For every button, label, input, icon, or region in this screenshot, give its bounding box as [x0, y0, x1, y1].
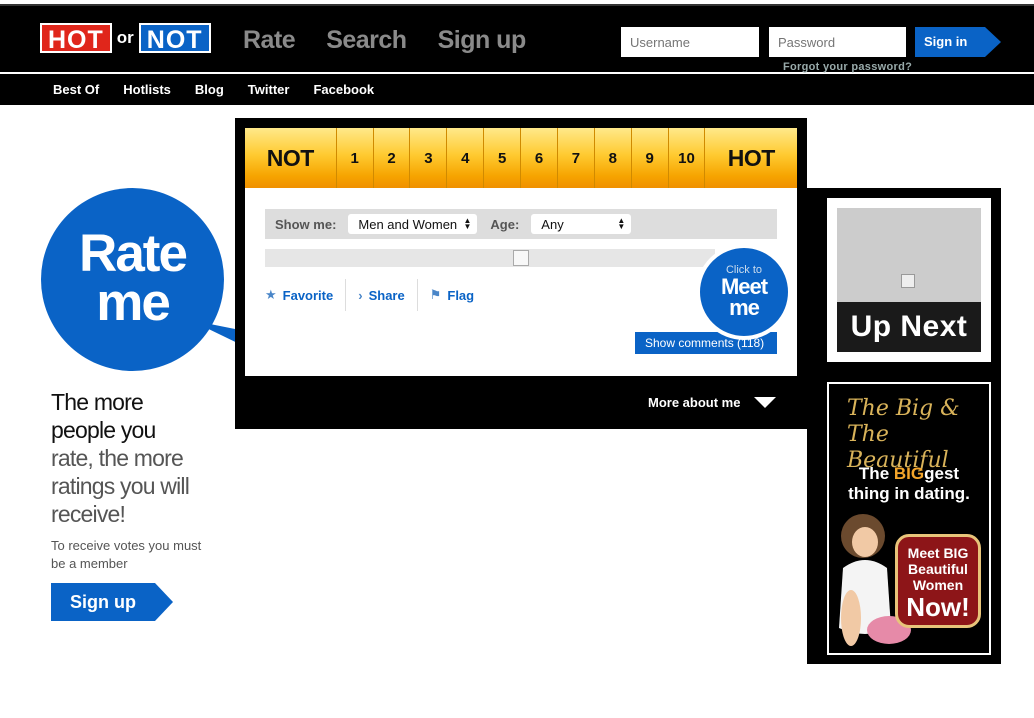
ad-tag-post: gest [924, 464, 960, 483]
rating-scale: NOT 1 2 3 4 5 6 7 8 9 10 HOT [245, 128, 797, 188]
share-label: Share [368, 287, 405, 303]
rating-score-6[interactable]: 6 [521, 128, 558, 188]
more-about-label: More about me [648, 395, 741, 410]
gender-select-value: Men and Women [358, 216, 458, 232]
action-bar: ★ Favorite › Share ⚑ Flag [265, 279, 486, 311]
gender-select[interactable]: Men and Women ▲ ▼ [348, 214, 478, 234]
sign-up-button[interactable]: Sign up [51, 583, 173, 621]
right-column: Up Next The Big & The Beautiful The BIGg… [807, 188, 1001, 664]
age-label: Age: [490, 216, 520, 232]
ad-cta-line: Women [912, 577, 964, 593]
favorite-label: Favorite [282, 287, 334, 303]
nav-rate[interactable]: Rate [243, 26, 296, 55]
rating-score-10[interactable]: 10 [669, 128, 706, 188]
flag-button[interactable]: ⚑ Flag [418, 279, 486, 311]
flag-icon: ⚑ [429, 287, 442, 302]
share-button[interactable]: › Share [346, 279, 418, 311]
password-input[interactable] [769, 27, 906, 57]
filter-bar: Show me: Men and Women ▲ ▼ Age: Any ▲ ▼ [265, 209, 777, 239]
more-about-me-toggle[interactable]: More about me [648, 395, 777, 410]
subnav-twitter[interactable]: Twitter [248, 82, 290, 97]
share-arrow-icon: › [358, 287, 363, 303]
promo-headline-line: rate, the more [51, 445, 184, 471]
meet-line1: Meet [720, 274, 768, 299]
rating-not-label: NOT [245, 128, 337, 188]
hot-or-not-logo[interactable]: HOT or NOT [40, 22, 211, 54]
secondary-nav: Best Of Hotlists Blog Twitter Facebook [0, 74, 1034, 105]
main-nav: Rate Search Sign up [243, 26, 526, 55]
select-arrows-icon: ▲ ▼ [463, 216, 472, 231]
logo-not: NOT [138, 23, 211, 54]
broken-image-icon [513, 250, 529, 266]
promo-subtext: To receive votes you must be a member [51, 538, 202, 571]
age-select-value: Any [541, 216, 564, 232]
ad-logo: The Big & The Beautiful [847, 396, 989, 474]
advertisement[interactable]: The Big & The Beautiful The BIGgest thin… [827, 382, 991, 655]
sign-in-button[interactable]: Sign in [915, 27, 1001, 57]
nav-sign-up[interactable]: Sign up [438, 26, 527, 55]
ad-tagline: The BIGgest thing in dating. [829, 464, 989, 504]
rate-bubble-line1: Rate [79, 224, 188, 283]
forgot-password-link[interactable]: Forgot your password? [783, 61, 912, 73]
ad-cta-line: Meet BIG [907, 545, 969, 561]
profile-photo[interactable] [265, 249, 715, 267]
subnav-best-of[interactable]: Best Of [53, 82, 99, 97]
show-me-label: Show me: [275, 216, 337, 232]
meet-me-button[interactable]: Click to Meet me [696, 244, 792, 340]
triangle-down-icon [754, 397, 777, 408]
ad-logo-line1: The Big & [847, 396, 960, 421]
username-input[interactable] [621, 27, 759, 57]
ad-tag-line2: thing in dating. [848, 484, 970, 503]
up-next-label: Up Next [837, 302, 981, 352]
ad-tag-pre: The [858, 464, 894, 483]
subnav-hotlists[interactable]: Hotlists [123, 82, 171, 97]
rating-score-1[interactable]: 1 [337, 128, 374, 188]
promo-headline-line: people you [51, 417, 156, 443]
logo-or: or [116, 28, 134, 47]
select-arrows-icon: ▲ ▼ [617, 216, 626, 231]
ad-cta-line: Now! [906, 592, 970, 622]
rating-score-4[interactable]: 4 [447, 128, 485, 188]
nav-search[interactable]: Search [326, 26, 407, 55]
favorite-button[interactable]: ★ Favorite [265, 279, 347, 311]
up-next-photo [837, 208, 981, 302]
ad-cta-line: Beautiful [908, 561, 968, 577]
meet-line2: me [729, 295, 760, 320]
flag-label: Flag [447, 287, 475, 303]
rate-bubble-line2: me [96, 273, 171, 332]
subnav-blog[interactable]: Blog [195, 82, 224, 97]
promo-headline-line: The more [51, 389, 144, 415]
rating-score-9[interactable]: 9 [632, 128, 669, 188]
profile-card: Show me: Men and Women ▲ ▼ Age: Any ▲ ▼ ★ … [245, 188, 797, 376]
rate-me-bubble: Rate me [41, 188, 224, 371]
rating-score-3[interactable]: 3 [410, 128, 448, 188]
rating-panel: NOT 1 2 3 4 5 6 7 8 9 10 HOT Show me: Me… [235, 118, 807, 429]
promo-headline-line: ratings you will [51, 473, 190, 499]
age-select[interactable]: Any ▲ ▼ [531, 214, 632, 234]
ad-cta-button[interactable]: Meet BIG Beautiful Women Now! [895, 534, 981, 628]
promo-headline-line: receive! [51, 501, 126, 527]
rating-hot-label: HOT [727, 144, 776, 171]
rating-score-8[interactable]: 8 [595, 128, 632, 188]
star-icon: ★ [265, 287, 277, 302]
rating-score-5[interactable]: 5 [484, 128, 522, 188]
up-next-card[interactable]: Up Next [827, 198, 991, 362]
rating-score-2[interactable]: 2 [374, 128, 411, 188]
ad-tag-highlight: BIG [893, 464, 925, 483]
top-bar: HOT or NOT Rate Search Sign up Sign in F… [0, 4, 1034, 73]
promo-headline: The more people you rate, the more ratin… [51, 388, 221, 528]
broken-image-icon [901, 274, 915, 288]
logo-hot: HOT [40, 23, 112, 54]
subnav-facebook[interactable]: Facebook [313, 82, 374, 97]
rating-score-7[interactable]: 7 [558, 128, 595, 188]
